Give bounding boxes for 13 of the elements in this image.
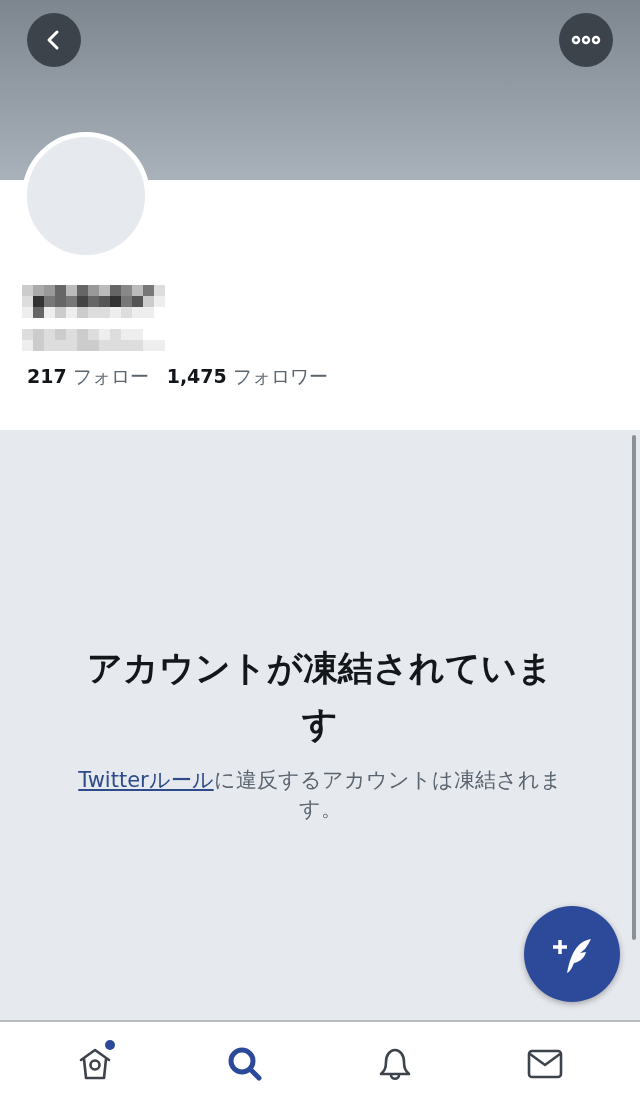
- more-button[interactable]: [559, 13, 613, 67]
- back-button[interactable]: [27, 13, 81, 67]
- search-icon: [227, 1045, 263, 1082]
- rules-link[interactable]: Twitterルール: [78, 768, 214, 792]
- stat-label[interactable]: フォロー: [72, 362, 149, 391]
- stat-count[interactable]: 1,475: [166, 362, 227, 391]
- suspended-title: アカウントが凍結されています: [86, 647, 554, 746]
- suspended-message: Twitterルールに違反するアカウントは凍結されます。: [77, 767, 563, 823]
- mail-icon: [527, 1047, 563, 1080]
- stat-count[interactable]: 217: [27, 362, 67, 391]
- compose-button[interactable]: [524, 906, 620, 1002]
- more-icon: [571, 35, 601, 45]
- stat-label[interactable]: フォロワー: [232, 362, 328, 391]
